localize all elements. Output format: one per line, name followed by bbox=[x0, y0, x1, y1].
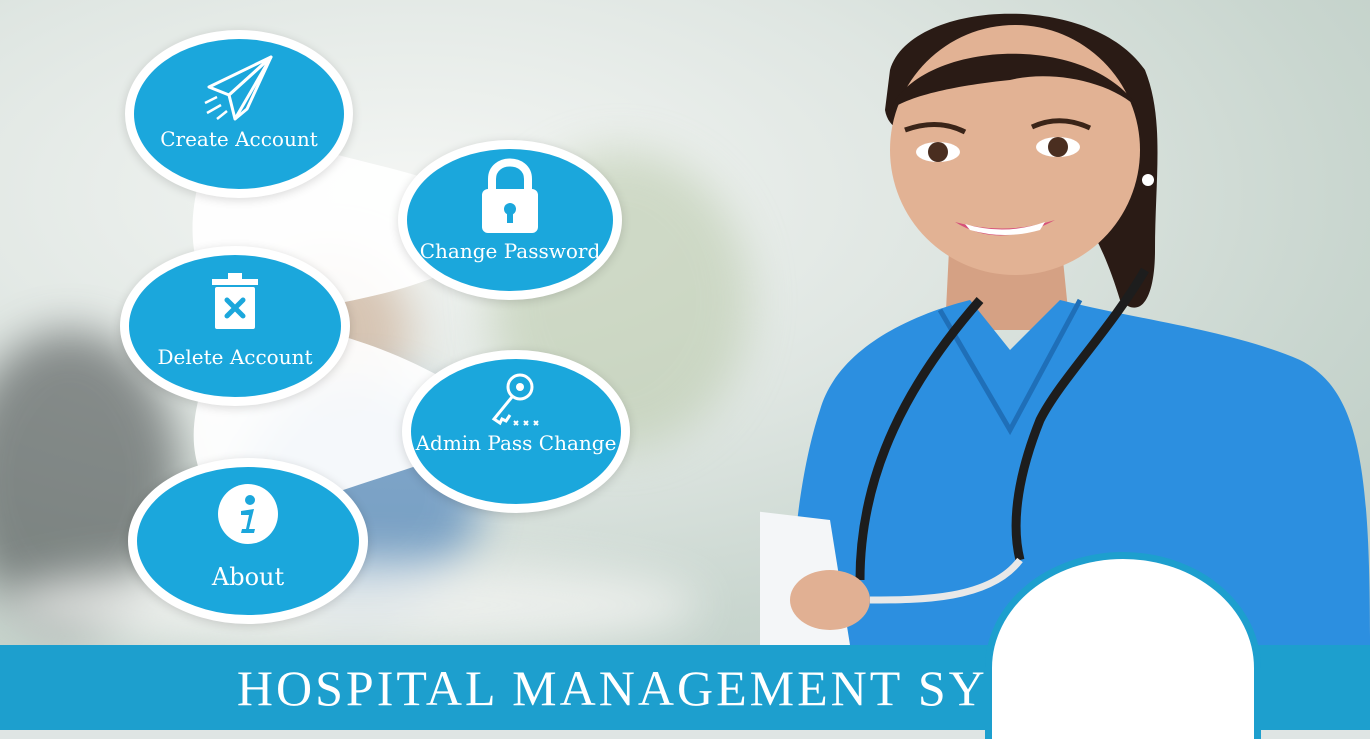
admin-pass-change-label: Admin Pass Change bbox=[415, 431, 617, 455]
change-password-label: Change Password bbox=[419, 239, 601, 263]
delete-account-label: Delete Account bbox=[157, 345, 313, 369]
paper-plane-icon bbox=[201, 53, 277, 127]
delete-account-button[interactable]: Delete Account bbox=[120, 246, 350, 406]
nurse-photo bbox=[760, 13, 1370, 645]
change-password-button[interactable]: Change Password bbox=[398, 140, 622, 300]
about-button[interactable]: About bbox=[128, 458, 368, 624]
key-icon bbox=[486, 369, 546, 433]
create-account-button[interactable]: Create Account bbox=[125, 30, 353, 198]
admin-pass-change-button[interactable]: Admin Pass Change bbox=[402, 350, 630, 513]
create-account-label: Create Account bbox=[160, 127, 318, 151]
trash-icon bbox=[210, 273, 260, 335]
about-label: About bbox=[211, 563, 285, 591]
lock-icon bbox=[478, 157, 542, 241]
info-icon bbox=[217, 483, 279, 549]
